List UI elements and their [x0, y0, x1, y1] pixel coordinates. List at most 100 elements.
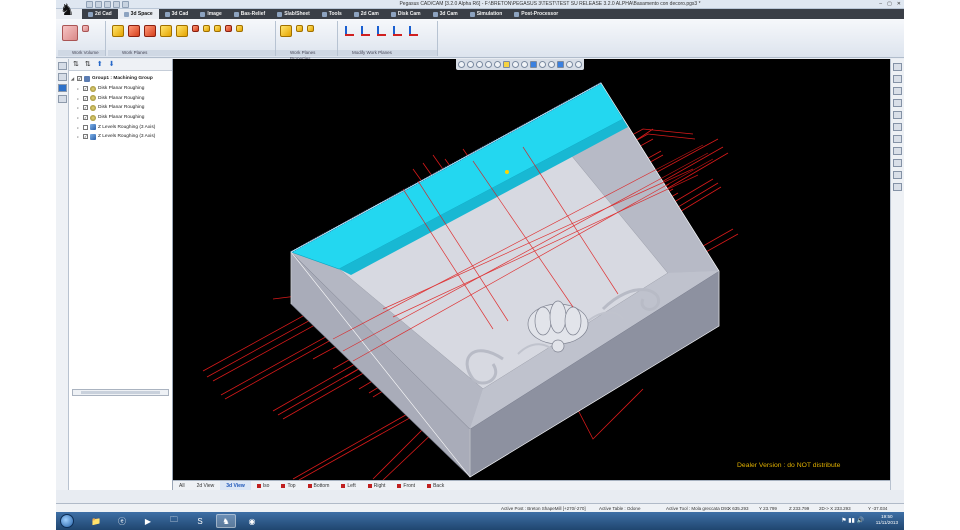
tree-operation-row[interactable]: ▹ ✓ Z Levels Roughing (3 Axis) [69, 132, 172, 142]
move-plane-axis-icon[interactable] [342, 25, 354, 37]
pan-icon[interactable] [503, 61, 510, 68]
view-tab-iso[interactable]: Iso [251, 481, 276, 491]
open-file-icon[interactable] [95, 1, 102, 8]
view-tab-bottom[interactable]: Bottom [302, 481, 336, 491]
visibility-checkbox[interactable]: ✓ [77, 76, 82, 82]
tree-operation-row[interactable]: ▹ ✓ Disk Planar Roughing [69, 113, 172, 123]
measure-icon[interactable] [566, 61, 573, 68]
visibility-checkbox[interactable]: ✓ [83, 86, 88, 92]
text-properties-icon[interactable] [58, 95, 67, 103]
pegasus-taskbar-icon[interactable]: ♞ [216, 514, 236, 528]
tab-disk-cam[interactable]: Disk Cam [385, 9, 427, 19]
shield-icon[interactable] [58, 84, 67, 92]
minimize-button[interactable]: – [879, 1, 882, 7]
zoom-window-icon[interactable] [485, 61, 492, 68]
plane-top-cube-icon[interactable] [112, 25, 124, 37]
view-tab-right[interactable]: Right [362, 481, 392, 491]
tab-simulation[interactable]: Simulation [464, 9, 509, 19]
visibility-checkbox[interactable]: ✓ [83, 115, 88, 121]
tab-3d-cad[interactable]: 3d Cad [159, 9, 195, 19]
zoom-all-icon[interactable] [458, 61, 465, 68]
sort-ascending-icon[interactable]: ⇅ [73, 61, 79, 69]
chrome-icon[interactable]: ◉ [242, 514, 262, 528]
tab-2d-cad[interactable]: 2d Cad [82, 9, 118, 19]
plane-option-3-icon[interactable] [225, 25, 232, 32]
delete-plane-icon[interactable] [192, 25, 199, 32]
internet-explorer-icon[interactable]: ⓔ [112, 514, 132, 528]
expand-arrow-icon[interactable]: ▹ [77, 86, 81, 91]
3d-viewport[interactable]: Dealer Version : do NOT distribute [173, 59, 890, 480]
new-file-icon[interactable] [86, 1, 93, 8]
expand-arrow-icon[interactable]: ◢ [71, 76, 75, 81]
sort-descending-icon[interactable]: ⇅ [85, 61, 91, 69]
zoom-out-icon[interactable] [476, 61, 483, 68]
rotate-plane-axis-icon[interactable] [358, 25, 370, 37]
render-icon[interactable] [557, 61, 564, 68]
plane-rename-icon[interactable] [307, 25, 314, 32]
zoom-previous-icon[interactable] [494, 61, 501, 68]
snap-nearest-icon[interactable] [893, 159, 902, 167]
expand-arrow-icon[interactable]: ▹ [77, 105, 81, 110]
undo-icon[interactable] [113, 1, 120, 8]
plane-option-4-icon[interactable] [236, 25, 243, 32]
plane-iso-cube-icon[interactable] [160, 25, 172, 37]
hidden-line-icon[interactable] [548, 61, 555, 68]
tab-post-processor[interactable]: Post-Processor [508, 9, 564, 19]
zoom-in-icon[interactable] [467, 61, 474, 68]
expand-arrow-icon[interactable]: ▹ [77, 125, 81, 130]
work-volume-box-icon[interactable] [62, 25, 78, 41]
plane-option-2-icon[interactable] [214, 25, 221, 32]
snap-quadrant-icon[interactable] [893, 171, 902, 179]
move-down-icon[interactable]: ⬇ [109, 61, 115, 69]
tab-2d-cam[interactable]: 2d Cam [348, 9, 385, 19]
explorer-icon[interactable]: 📁 [86, 514, 106, 528]
view-tab-2d-view[interactable]: 2d View [191, 481, 221, 491]
plane-properties-cube-icon[interactable] [280, 25, 292, 37]
view-tab-front[interactable]: Front [391, 481, 421, 491]
clock[interactable]: 19:50 11/11/2013 [876, 514, 898, 526]
redo-icon[interactable] [122, 1, 129, 8]
view-tab-back[interactable]: Back [421, 481, 450, 491]
snap-intersection-icon[interactable] [893, 99, 902, 107]
media-player-icon[interactable]: ▶ [138, 514, 158, 528]
plane-option-1-icon[interactable] [203, 25, 210, 32]
orbit-icon[interactable] [521, 61, 528, 68]
snap-center-icon[interactable] [893, 87, 902, 95]
align-plane-axis-icon[interactable] [374, 25, 386, 37]
pegasus-logo-icon[interactable]: ♞ [60, 0, 82, 20]
visibility-checkbox[interactable]: ✓ [83, 95, 88, 101]
expand-arrow-icon[interactable]: ▹ [77, 96, 81, 101]
snap-grid-icon[interactable] [893, 135, 902, 143]
3d-scene[interactable] [173, 59, 890, 480]
visibility-checkbox[interactable]: ✓ [83, 105, 88, 111]
close-button[interactable]: ✕ [897, 1, 901, 7]
mirror-plane-axis-icon[interactable] [406, 25, 418, 37]
work-volume-edit-icon[interactable] [82, 25, 89, 32]
tree-operation-row[interactable]: ▹ ✓ Disk Planar Roughing [69, 84, 172, 94]
skype-icon[interactable]: S [190, 514, 210, 528]
expand-arrow-icon[interactable]: ▹ [77, 134, 81, 139]
tree-group-row[interactable]: ◢ ✓ Group1 : Machining Group [69, 74, 172, 84]
view-tab-all[interactable]: All [173, 481, 191, 491]
view-tab-top[interactable]: Top [275, 481, 301, 491]
view-tab-3d-view[interactable]: 3d View [220, 480, 251, 491]
snap-off-icon[interactable] [893, 183, 902, 191]
rotate-icon[interactable] [512, 61, 519, 68]
snap-perpendicular-icon[interactable] [893, 111, 902, 119]
folder-icon[interactable]: 🗀 [164, 514, 184, 528]
plane-new-cube-icon[interactable] [176, 25, 188, 37]
plane-list-icon[interactable] [296, 25, 303, 32]
snap-point-icon[interactable] [893, 147, 902, 155]
expand-arrow-icon[interactable]: ▹ [77, 115, 81, 120]
scrollbar-thumb[interactable] [81, 391, 160, 394]
shaded-view-icon[interactable] [530, 61, 537, 68]
snap-tangent-icon[interactable] [893, 123, 902, 131]
copy-plane-axis-icon[interactable] [390, 25, 402, 37]
save-icon[interactable] [104, 1, 111, 8]
tab-image[interactable]: Image [194, 9, 227, 19]
tab-3d-space[interactable]: 3d Space [117, 9, 159, 19]
wireframe-icon[interactable] [539, 61, 546, 68]
settings-icon[interactable] [575, 61, 582, 68]
tab-3d-cam[interactable]: 3d Cam [427, 9, 464, 19]
tree-operation-row[interactable]: ▹ ✓ Disk Planar Roughing [69, 93, 172, 103]
